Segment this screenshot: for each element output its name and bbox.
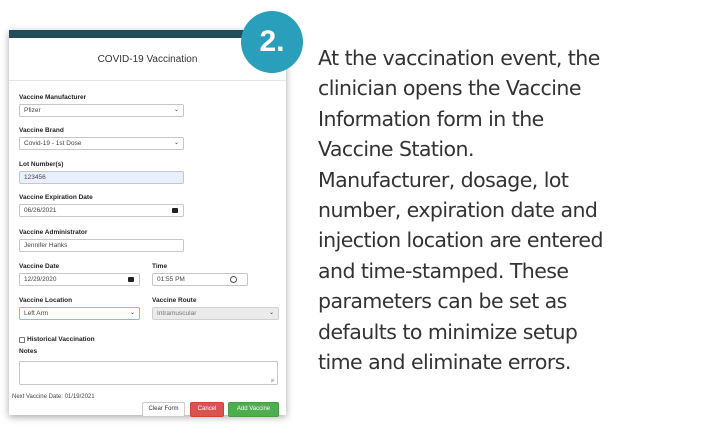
chevron-down-icon: ⌄ bbox=[268, 310, 274, 316]
description-line: parameters can be set as bbox=[318, 289, 567, 314]
time-value: 01:55 PM bbox=[157, 276, 185, 283]
chevron-down-icon: ⌄ bbox=[173, 107, 179, 113]
historical-checkbox[interactable] bbox=[19, 337, 25, 343]
historical-label: Historical Vaccination bbox=[27, 336, 95, 343]
description-line: defaults to minimize setup bbox=[318, 319, 578, 344]
expiration-label: Vaccine Expiration Date bbox=[19, 194, 93, 201]
manufacturer-label: Vaccine Manufacturer bbox=[19, 94, 87, 101]
title-divider bbox=[9, 80, 286, 81]
description-line: Manufacturer, dosage, lot bbox=[318, 167, 569, 192]
lot-number-value: 123456 bbox=[24, 174, 46, 181]
route-label: Vaccine Route bbox=[152, 297, 197, 304]
cancel-button[interactable]: Cancel bbox=[190, 402, 224, 417]
administrator-value: Jennifer Hanks bbox=[24, 242, 68, 249]
vaccine-date-input[interactable]: 12/29/2020 bbox=[19, 273, 140, 286]
manufacturer-select[interactable]: Pfizer ⌄ bbox=[19, 104, 184, 117]
description-line: At the vaccination event, the bbox=[318, 46, 600, 70]
clock-icon[interactable] bbox=[230, 276, 237, 283]
clear-form-button[interactable]: Clear Form bbox=[142, 402, 185, 417]
chevron-down-icon: ⌄ bbox=[129, 310, 135, 316]
location-select[interactable]: Left Arm ⌄ bbox=[19, 307, 140, 320]
brand-value: Covid-19 - 1st Dose bbox=[24, 140, 82, 147]
notes-label: Notes bbox=[19, 348, 38, 355]
vaccination-form: COVID-19 Vaccination Vaccine Manufacture… bbox=[9, 30, 286, 417]
description-line: number, expiration date and bbox=[318, 198, 598, 223]
lot-label: Lot Number(s) bbox=[19, 161, 64, 168]
administrator-label: Vaccine Administrator bbox=[19, 229, 88, 236]
step-badge: 2. bbox=[241, 11, 303, 73]
location-value: Left Arm bbox=[24, 310, 49, 317]
time-input[interactable]: 01:55 PM bbox=[152, 273, 248, 286]
step-description: At the vaccination event, the clinician … bbox=[318, 43, 698, 377]
manufacturer-value: Pfizer bbox=[24, 107, 41, 114]
add-vaccine-button[interactable]: Add Vaccine bbox=[228, 402, 279, 417]
description-line: and time-stamped. These bbox=[318, 258, 569, 283]
description-line: clinician opens the Vaccine bbox=[318, 76, 581, 101]
route-select[interactable]: Intramuscular ⌄ bbox=[152, 307, 279, 320]
administrator-input[interactable]: Jennifer Hanks bbox=[19, 239, 184, 252]
next-vaccine-date: Next Vaccine Date: 01/19/2021 bbox=[12, 394, 95, 400]
resize-grip-icon[interactable]: ⋫ bbox=[271, 378, 275, 384]
description-line: injection location are entered bbox=[318, 228, 603, 253]
expiration-value: 06/26/2021 bbox=[24, 207, 57, 214]
description-line: time and eliminate errors. bbox=[318, 350, 571, 375]
time-label: Time bbox=[152, 263, 168, 270]
chevron-down-icon: ⌄ bbox=[173, 140, 179, 146]
lot-number-input[interactable]: 123456 bbox=[19, 171, 184, 184]
vaccine-date-value: 12/29/2020 bbox=[24, 276, 57, 283]
expiration-date-input[interactable]: 06/26/2021 bbox=[19, 204, 184, 217]
calendar-icon[interactable] bbox=[128, 277, 134, 282]
description-line: Information form in the bbox=[318, 106, 544, 131]
brand-label: Vaccine Brand bbox=[19, 127, 64, 134]
route-value: Intramuscular bbox=[157, 310, 197, 317]
brand-select[interactable]: Covid-19 - 1st Dose ⌄ bbox=[19, 137, 184, 150]
location-label: Vaccine Location bbox=[19, 297, 73, 304]
description-line: Vaccine Station. bbox=[318, 137, 475, 162]
vaccine-date-label: Vaccine Date bbox=[19, 263, 60, 270]
calendar-icon[interactable] bbox=[172, 208, 178, 213]
notes-textarea[interactable]: ⋫ bbox=[19, 361, 278, 385]
